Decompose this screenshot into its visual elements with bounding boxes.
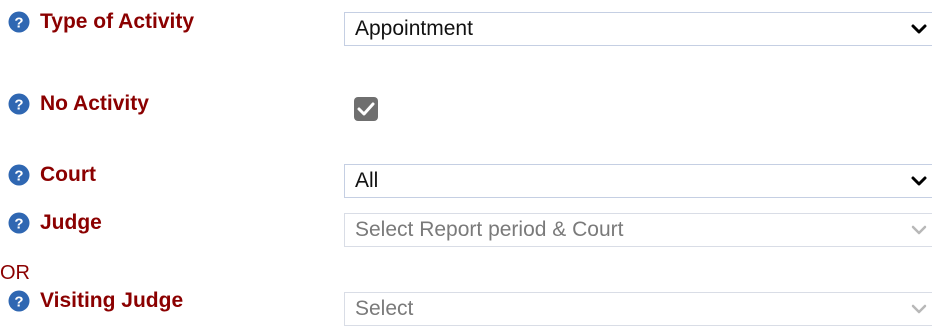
or-separator: OR xyxy=(0,262,30,284)
court-value: All xyxy=(355,169,379,192)
field-label: ? Visiting Judge xyxy=(8,289,183,313)
svg-text:?: ? xyxy=(14,294,23,311)
chevron-down-icon xyxy=(911,176,927,186)
field-label: ? Court xyxy=(8,163,96,187)
field-label: ? No Activity xyxy=(8,92,149,116)
help-icon[interactable]: ? xyxy=(8,290,30,312)
help-icon[interactable]: ? xyxy=(8,164,30,186)
court-label: Court xyxy=(40,163,96,186)
visiting-judge-select: Select xyxy=(344,292,932,326)
help-icon[interactable]: ? xyxy=(8,93,30,115)
svg-text:?: ? xyxy=(14,15,23,32)
chevron-down-icon xyxy=(911,225,927,235)
no-activity-label: No Activity xyxy=(40,92,149,115)
chevron-down-icon xyxy=(911,304,927,314)
judge-value: Select Report period & Court xyxy=(355,218,624,241)
field-label: ? Type of Activity xyxy=(8,10,194,34)
svg-text:?: ? xyxy=(14,216,23,233)
visiting-judge-label: Visiting Judge xyxy=(40,289,184,312)
type-of-activity-select[interactable]: Appointment xyxy=(344,12,932,46)
visiting-judge-value: Select xyxy=(355,297,414,320)
type-of-activity-label: Type of Activity xyxy=(40,10,195,33)
svg-text:?: ? xyxy=(14,97,23,114)
svg-text:?: ? xyxy=(14,168,23,185)
judge-select: Select Report period & Court xyxy=(344,213,932,247)
no-activity-checkbox[interactable] xyxy=(354,97,378,121)
checkmark-icon xyxy=(357,102,375,116)
field-label: ? Judge xyxy=(8,211,102,235)
type-of-activity-value: Appointment xyxy=(355,17,473,40)
court-select[interactable]: All xyxy=(344,164,932,198)
help-icon[interactable]: ? xyxy=(8,11,30,33)
judge-label: Judge xyxy=(40,211,102,234)
help-icon[interactable]: ? xyxy=(8,212,30,234)
chevron-down-icon xyxy=(911,24,927,34)
